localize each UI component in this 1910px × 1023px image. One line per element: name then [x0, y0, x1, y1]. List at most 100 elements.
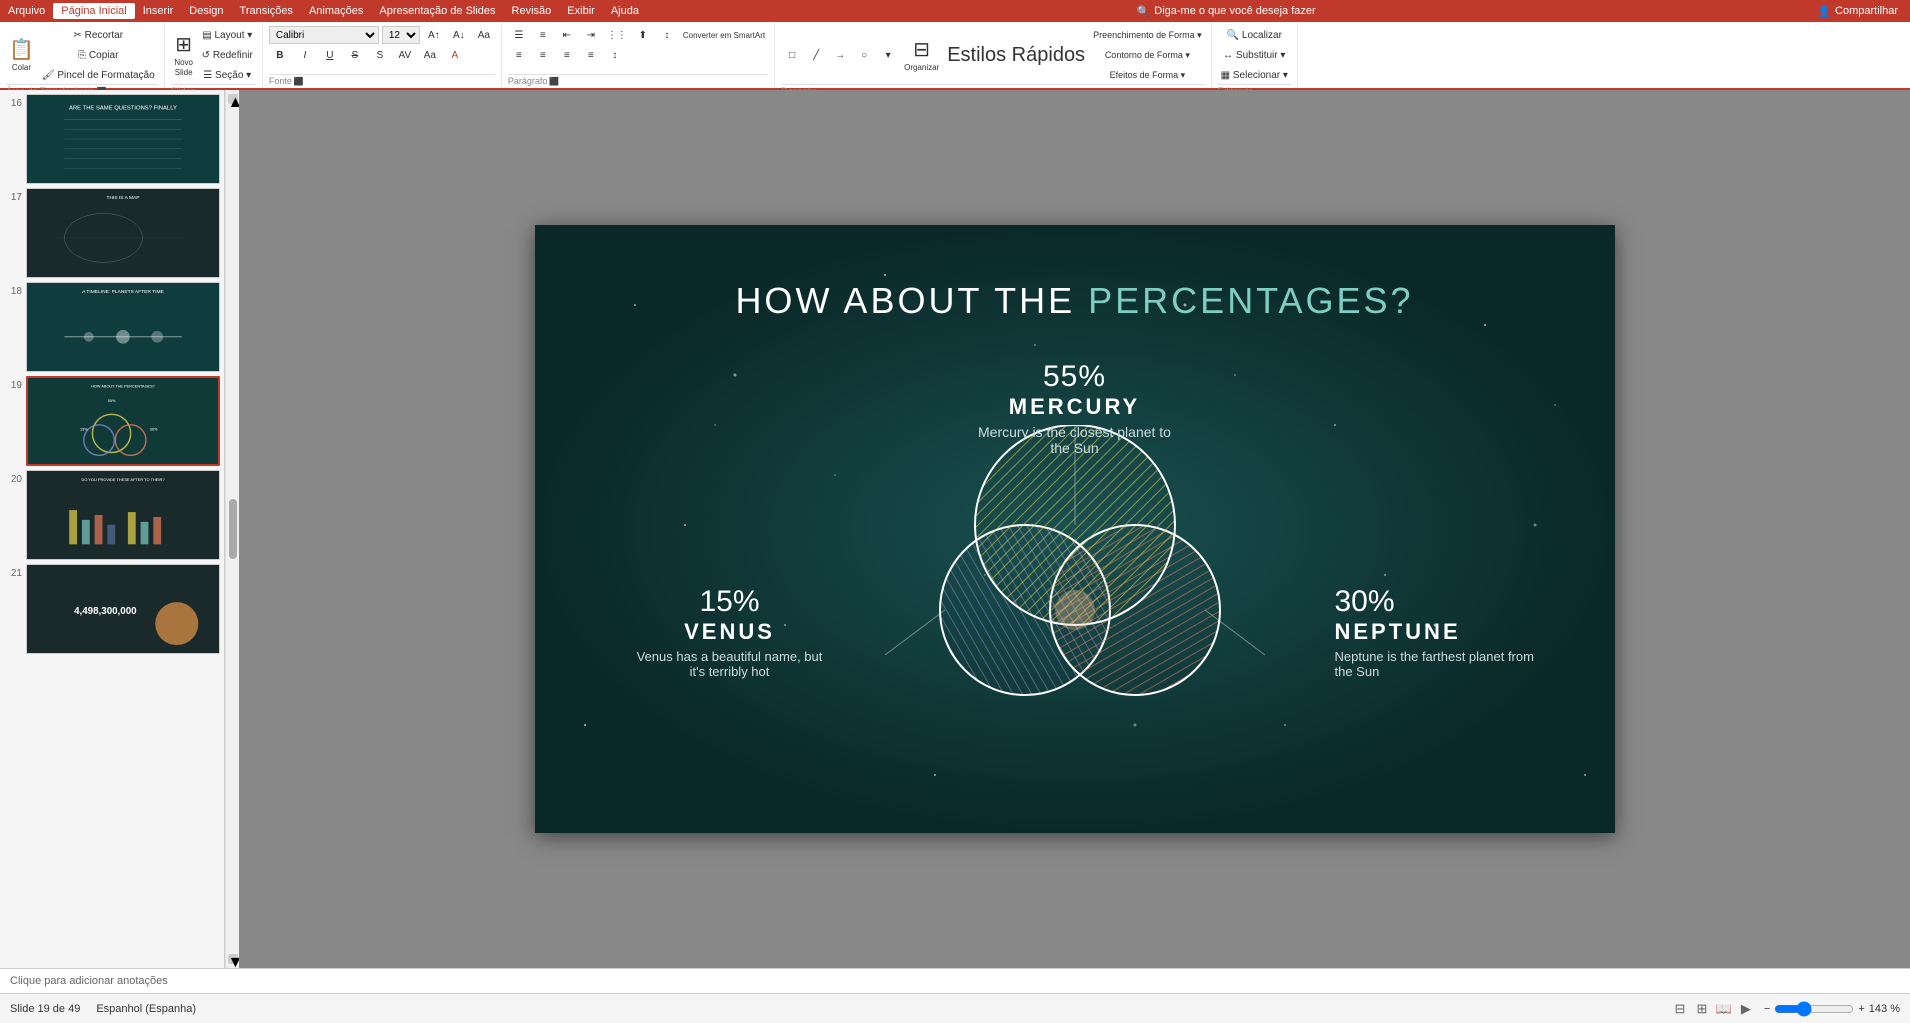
- menu-exibir[interactable]: Exibir: [559, 3, 603, 19]
- menu-revisao[interactable]: Revisão: [504, 3, 560, 19]
- arrow-shape[interactable]: →: [829, 46, 851, 64]
- align-center-button[interactable]: ≡: [532, 46, 554, 64]
- slide-thumbnail-21[interactable]: 4,498,300,000: [26, 564, 220, 654]
- shadow-button[interactable]: S: [369, 46, 391, 64]
- text-direction-button[interactable]: ⬆: [632, 26, 654, 44]
- zoom-level[interactable]: 143 %: [1869, 1003, 1900, 1015]
- font-color-button[interactable]: A: [444, 46, 466, 64]
- find-button[interactable]: 🔍 Localizar: [1224, 26, 1285, 44]
- paragraph-expand-icon[interactable]: ⬛: [549, 77, 559, 86]
- menu-animacoes[interactable]: Animações: [301, 3, 371, 19]
- menu-transicoes[interactable]: Transições: [232, 3, 301, 19]
- main-layout: 16 ARE THE SAME QUESTIONS? FINALLY 17: [0, 90, 1910, 968]
- spacing-button[interactable]: AV: [394, 46, 416, 64]
- italic-button[interactable]: I: [294, 46, 316, 64]
- paste-button[interactable]: 📋 Colar: [6, 35, 37, 75]
- select-button[interactable]: ▦ Selecionar ▾: [1218, 66, 1291, 84]
- mercury-name: MERCURY: [975, 394, 1175, 420]
- zoom-slider[interactable]: [1774, 1005, 1854, 1013]
- align-left-button[interactable]: ≡: [508, 46, 530, 64]
- justify-button[interactable]: ≡: [580, 46, 602, 64]
- decrease-indent-button[interactable]: ⇤: [556, 26, 578, 44]
- columns-button[interactable]: ⋮⋮: [604, 26, 630, 44]
- venus-label: 15% VENUS Venus has a beautiful name, bu…: [630, 585, 830, 679]
- scroll-thumb[interactable]: [229, 499, 237, 559]
- bullets-button[interactable]: ☰: [508, 26, 530, 44]
- search-icon: 🔍: [1137, 5, 1151, 18]
- increase-font-button[interactable]: A↑: [423, 26, 445, 44]
- font-family-select[interactable]: Calibri: [269, 26, 379, 44]
- quick-styles-button[interactable]: Estilos Rápidos: [944, 35, 1088, 75]
- slide-thumb-18[interactable]: 18 A TIMELINE: PLANETS AFTER TIME: [4, 282, 220, 372]
- slide-thumbnail-16[interactable]: ARE THE SAME QUESTIONS? FINALLY: [26, 94, 220, 184]
- scroll-up-button[interactable]: ▲: [228, 94, 238, 104]
- notes-bar[interactable]: Clique para adicionar anotações: [0, 968, 1910, 993]
- slideshow-button[interactable]: ▶: [1736, 1000, 1756, 1018]
- line-spacing-button[interactable]: ↕: [604, 46, 626, 64]
- reset-button[interactable]: ↺ Redefinir: [199, 46, 256, 64]
- scroll-down-button[interactable]: ▼: [228, 954, 238, 964]
- replace-button[interactable]: ↔ Substituir ▾: [1220, 46, 1288, 64]
- menu-apresentacao[interactable]: Apresentação de Slides: [371, 3, 503, 19]
- align-right-button[interactable]: ≡: [556, 46, 578, 64]
- svg-text:55%: 55%: [108, 399, 116, 403]
- decrease-font-button[interactable]: A↓: [448, 26, 470, 44]
- increase-indent-button[interactable]: ⇥: [580, 26, 602, 44]
- search-text[interactable]: Diga-me o que você deseja fazer: [1154, 5, 1315, 17]
- font-size-select[interactable]: 12: [382, 26, 420, 44]
- change-case-button[interactable]: Aa: [419, 46, 441, 64]
- arrange-button[interactable]: ⊟ Organizar: [901, 35, 942, 75]
- new-slide-button[interactable]: ⊞ Novo Slide: [171, 31, 197, 79]
- menu-pagina-inicial[interactable]: Página Inicial: [53, 3, 134, 19]
- more-shapes[interactable]: ▾: [877, 46, 899, 64]
- svg-text:THIS IS A MAP: THIS IS A MAP: [106, 195, 139, 201]
- rect-shape[interactable]: □: [781, 46, 803, 64]
- underline-button[interactable]: U: [319, 46, 341, 64]
- notes-placeholder[interactable]: Clique para adicionar anotações: [10, 975, 168, 987]
- fill-shape-button[interactable]: Preenchimento de Forma ▾: [1090, 26, 1205, 44]
- numbering-button[interactable]: ≡: [532, 26, 554, 44]
- slide-thumbnail-19[interactable]: HOW ABOUT THE PERCENTAGES? 15% 55% 30%: [26, 376, 220, 466]
- slide-thumb-21[interactable]: 21 4,498,300,000: [4, 564, 220, 654]
- slide-sorter-button[interactable]: ⊞: [1692, 1000, 1712, 1018]
- format-painter-button[interactable]: 🖌 Pincel de Formatação: [39, 66, 158, 84]
- zoom-in-button[interactable]: +: [1858, 1003, 1864, 1015]
- slide-thumb-20[interactable]: 20 DO YOU PROVIDE THESE AFTER TO THEIR?: [4, 470, 220, 560]
- slide-thumb-17[interactable]: 17 THIS IS A MAP: [4, 188, 220, 278]
- slide-thumbnail-18[interactable]: A TIMELINE: PLANETS AFTER TIME: [26, 282, 220, 372]
- slide-thumb-19[interactable]: 19 HOW ABOUT THE PERCENTAGES? 15% 55% 30…: [4, 376, 220, 466]
- slide-thumbnail-20[interactable]: DO YOU PROVIDE THESE AFTER TO THEIR?: [26, 470, 220, 560]
- menu-arquivo[interactable]: Arquivo: [0, 3, 53, 19]
- copy-button[interactable]: ⎘ Copiar: [39, 46, 158, 64]
- section-button[interactable]: ☰ Seção ▾: [199, 66, 256, 84]
- menu-ajuda[interactable]: Ajuda: [603, 3, 647, 19]
- venus-name: VENUS: [630, 619, 830, 645]
- cut-button[interactable]: ✂ Recortar: [39, 26, 158, 44]
- paste-icon: 📋: [9, 38, 34, 62]
- slide-thumb-16[interactable]: 16 ARE THE SAME QUESTIONS? FINALLY: [4, 94, 220, 184]
- font-expand-icon[interactable]: ⬛: [294, 77, 304, 86]
- menu-inserir[interactable]: Inserir: [135, 3, 182, 19]
- editing-group: 🔍 Localizar ↔ Substituir ▾ ▦ Selecionar …: [1212, 22, 1298, 88]
- oval-shape[interactable]: ○: [853, 46, 875, 64]
- normal-view-button[interactable]: ⊟: [1670, 1000, 1690, 1018]
- slide-thumbnail-17[interactable]: THIS IS A MAP: [26, 188, 220, 278]
- slide-panel-scrollbar[interactable]: ▲ ▼: [225, 90, 239, 968]
- menu-design[interactable]: Design: [181, 3, 231, 19]
- svg-text:HOW ABOUT THE PERCENTAGES?: HOW ABOUT THE PERCENTAGES?: [91, 385, 155, 389]
- main-slide-canvas[interactable]: HOW ABOUT THE PERCENTAGES? 55% MERCURY M…: [535, 225, 1615, 833]
- effects-shape-button[interactable]: Efeitos de Forma ▾: [1090, 66, 1205, 84]
- clear-format-button[interactable]: Aa: [473, 26, 495, 44]
- layout-button[interactable]: ▤ Layout ▾: [199, 26, 256, 44]
- share-button[interactable]: 👤 Compartilhar: [1805, 3, 1910, 20]
- line-shape[interactable]: ╱: [805, 46, 827, 64]
- strikethrough-button[interactable]: S: [344, 46, 366, 64]
- zoom-out-button[interactable]: −: [1764, 1003, 1770, 1015]
- convert-smartart-button[interactable]: Converter em SmartArt: [680, 26, 768, 44]
- outline-shape-button[interactable]: Contorno de Forma ▾: [1090, 46, 1205, 64]
- reading-view-button[interactable]: 📖: [1714, 1000, 1734, 1018]
- status-bar: Slide 19 de 49 Espanhol (Espanha) ⊟ ⊞ 📖 …: [0, 993, 1910, 1023]
- neptune-name: NEPTUNE: [1335, 619, 1535, 645]
- align-text-button[interactable]: ↕: [656, 26, 678, 44]
- bold-button[interactable]: B: [269, 46, 291, 64]
